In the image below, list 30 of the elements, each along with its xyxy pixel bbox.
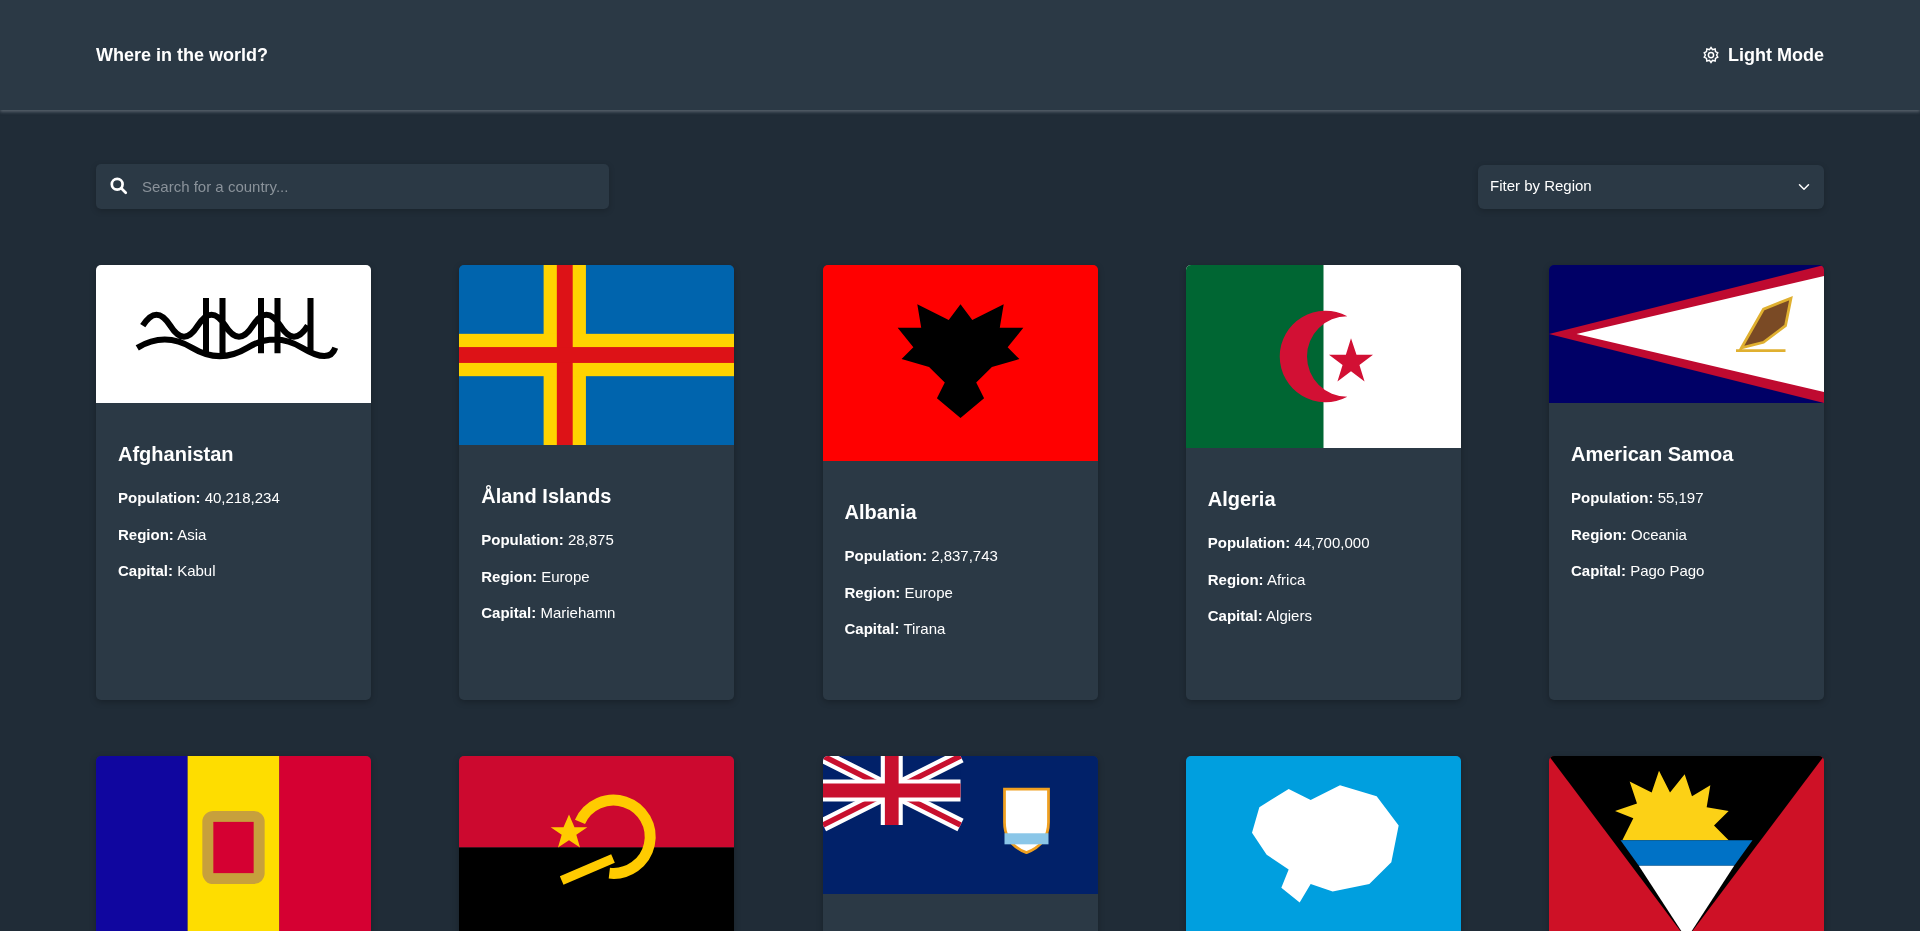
app-title: Where in the world?	[96, 43, 268, 67]
country-name: Afghanistan	[118, 442, 235, 467]
country-name: Åland Islands	[481, 484, 613, 509]
country-detail: Region: Europe	[844, 582, 954, 603]
country-detail: Population: 40,218,234	[118, 488, 281, 508]
country-detail: Capital: Tirana	[844, 619, 947, 639]
country-card[interactable]: Algeria Population: 44,700,000 Region: Africa Capital: Algiers	[1185, 265, 1461, 700]
country-detail: Region: Africa	[1207, 569, 1307, 590]
country-card[interactable]: Albania Population: 2,837,743 Region: Europe Capital: Tirana	[822, 265, 1098, 700]
country-detail: Population: 44,700,000	[1207, 533, 1371, 553]
country-card[interactable]: Åland Islands Population: 28,875 Region: Europe Capital: Mariehamn	[459, 265, 735, 700]
country-detail: Region: Asia	[118, 524, 208, 545]
country-name: Algeria	[1207, 487, 1277, 512]
gear-icon	[1702, 46, 1720, 64]
country-detail: Region: Oceania	[1571, 524, 1688, 545]
country-name: American Samoa	[1571, 442, 1735, 467]
country-detail: Capital: Pago Pago	[1571, 561, 1706, 581]
country-detail: Capital: Algiers	[1207, 606, 1313, 626]
country-detail: Capital: Kabul	[118, 561, 217, 581]
theme-toggle-button[interactable]: Light Mode	[1702, 41, 1824, 69]
region-filter-dropdown[interactable]: Fiter by Region	[1478, 164, 1824, 209]
country-card[interactable]: American Samoa Population: 55,197 Region: Oceania Capital: Pago Pago	[1549, 265, 1824, 700]
country-detail: Population: 28,875	[481, 530, 615, 550]
country-card[interactable]: Afghanistan Population: 40,218,234 Region: Asia Capital: Kabul	[96, 265, 371, 700]
country-detail: Region: Europe	[481, 566, 591, 587]
country-detail: Population: 2,837,743	[844, 546, 999, 566]
country-detail: Capital: Mariehamn	[481, 603, 617, 623]
country-detail: Population: 55,197	[1571, 488, 1705, 508]
search-field[interactable]: Search for a country...	[96, 164, 609, 209]
country-name: Albania	[844, 500, 918, 525]
